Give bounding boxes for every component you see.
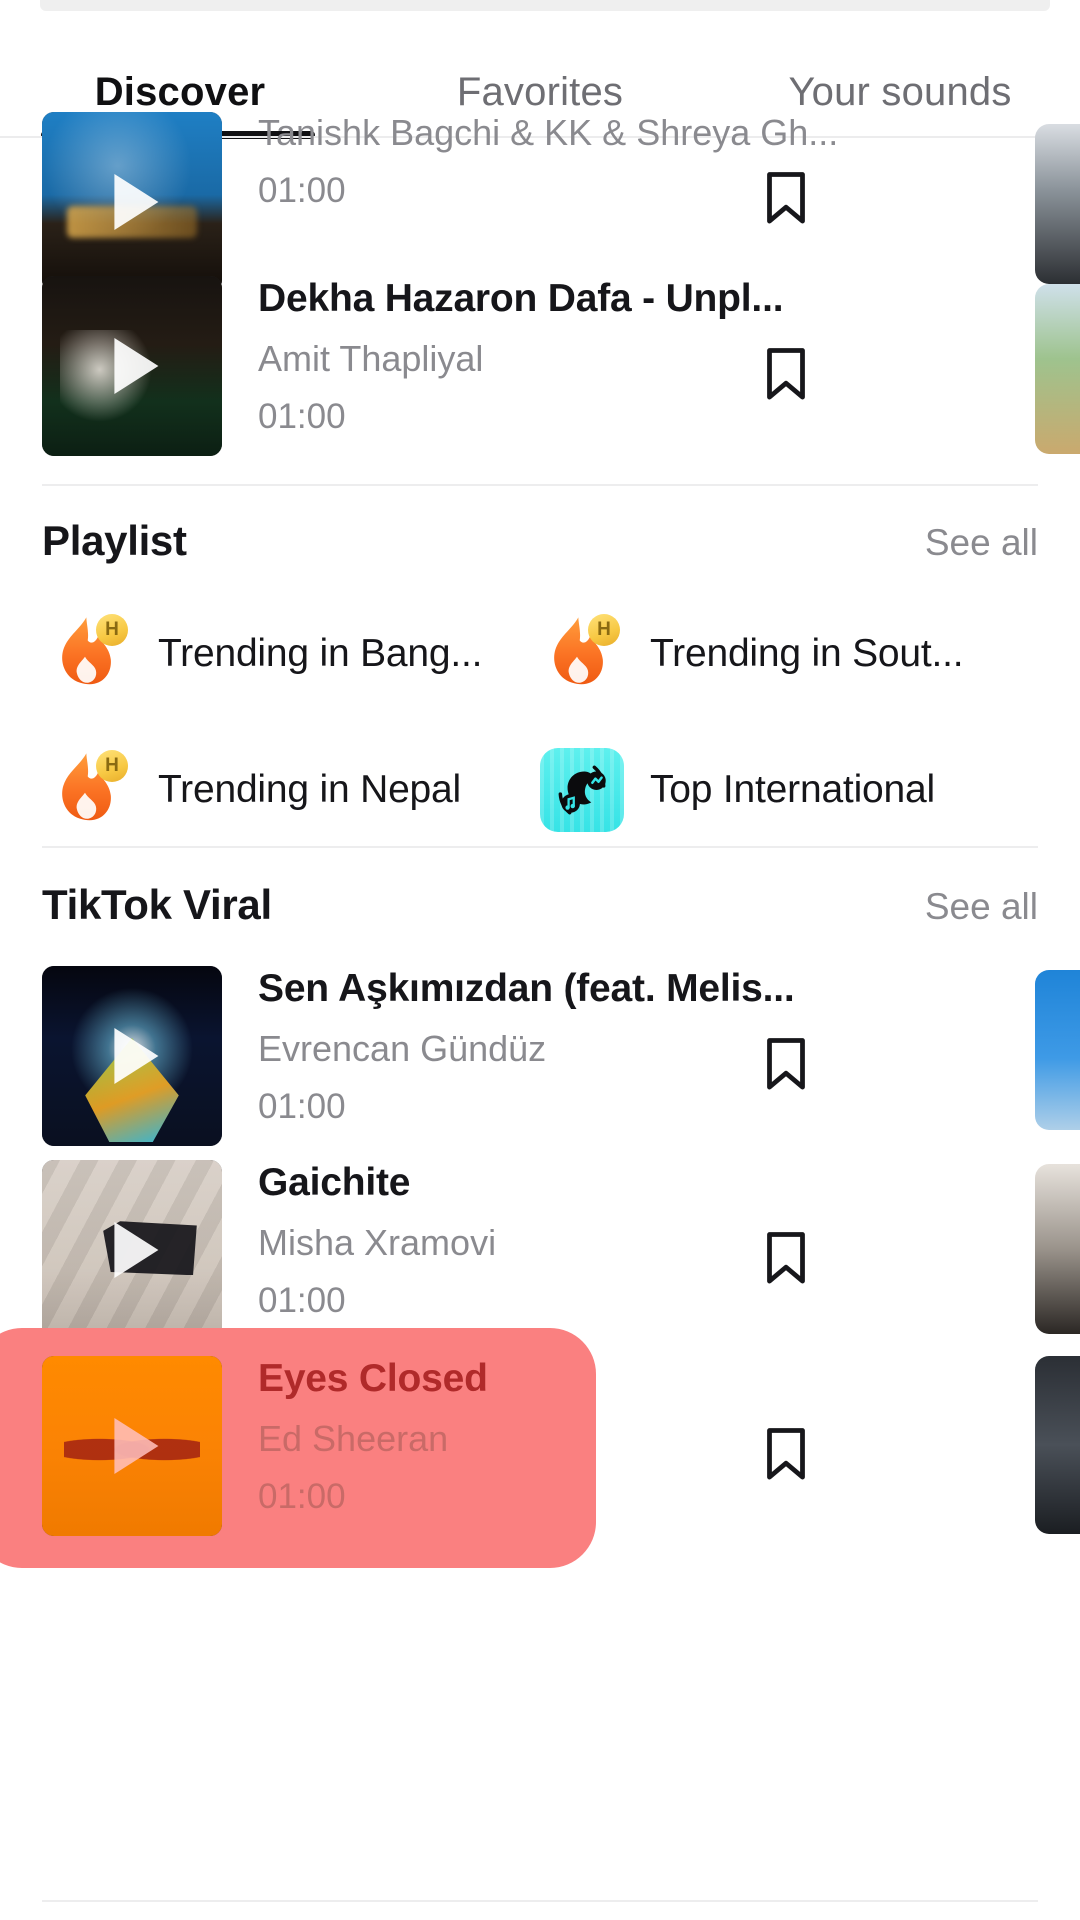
- sound-title: Dekha Hazaron Dafa - Unpl...: [258, 277, 784, 320]
- bookmark-icon[interactable]: [764, 1426, 808, 1482]
- playlist-item-trending-nepal[interactable]: H Trending in Nepal: [48, 744, 461, 836]
- adjacent-card-preview[interactable]: [1035, 124, 1080, 284]
- globe-music-icon: [540, 748, 624, 832]
- sound-row[interactable]: Sen Aşkımızdan (feat. Melis... Evrencan …: [0, 966, 1080, 1166]
- viral-section-header: TikTok Viral See all: [0, 884, 1080, 940]
- playlist-see-all-button[interactable]: See all: [925, 524, 1038, 561]
- bookmark-icon[interactable]: [764, 1036, 808, 1092]
- play-icon: [114, 1418, 159, 1474]
- adjacent-card-preview[interactable]: [1035, 284, 1080, 454]
- bookmark-icon[interactable]: [764, 1230, 808, 1286]
- section-divider: [42, 1900, 1038, 1902]
- flame-icon: H: [48, 748, 132, 832]
- sound-title: Gaichite: [258, 1161, 411, 1204]
- bottom-sheet-handle: [40, 0, 1050, 11]
- sound-thumbnail[interactable]: [42, 276, 222, 456]
- sound-title: Sen Aşkımızdan (feat. Melis...: [258, 967, 795, 1010]
- playlist-item-label: Trending in Sout...: [650, 632, 964, 675]
- playlist-item-trending-south[interactable]: H Trending in Sout...: [540, 608, 964, 700]
- sound-thumbnail[interactable]: [42, 1356, 222, 1536]
- play-icon: [114, 1028, 159, 1084]
- tab-discover-label: Discover: [94, 70, 266, 114]
- sound-thumbnail[interactable]: [42, 112, 222, 292]
- tab-discover[interactable]: Discover: [0, 72, 360, 112]
- sound-artist: Tanishk Bagchi & KK & Shreya Gh...: [258, 112, 839, 153]
- tab-favorites[interactable]: Favorites: [360, 72, 720, 112]
- sound-title: Eyes Closed: [258, 1357, 488, 1400]
- sound-thumbnail[interactable]: [42, 966, 222, 1146]
- sound-duration: 01:00: [258, 397, 346, 437]
- tab-your-sounds-label: Your sounds: [788, 70, 1012, 114]
- sound-row-selected[interactable]: Eyes Closed Ed Sheeran 01:00: [0, 1328, 1080, 1568]
- sound-thumbnail[interactable]: [42, 1160, 222, 1340]
- viral-section-title: TikTok Viral: [42, 881, 272, 928]
- adjacent-card-preview[interactable]: [1035, 970, 1080, 1130]
- playlist-section-title: Playlist: [42, 517, 187, 564]
- playlist-item-label: Trending in Bang...: [158, 632, 483, 675]
- bookmark-icon[interactable]: [764, 346, 808, 402]
- hot-badge: H: [588, 614, 620, 646]
- flame-icon: H: [48, 612, 132, 696]
- hot-badge: H: [96, 614, 128, 646]
- bookmark-icon[interactable]: [764, 170, 808, 226]
- sound-picker-screen: Discover Favorites Your sounds Tanishk B…: [0, 0, 1080, 1920]
- hot-badge: H: [96, 750, 128, 782]
- flame-icon: H: [540, 612, 624, 696]
- tab-your-sounds[interactable]: Your sounds: [720, 72, 1080, 112]
- playlist-item-label: Top International: [650, 768, 935, 811]
- play-icon: [114, 338, 159, 394]
- playlist-item-trending-bangladesh[interactable]: H Trending in Bang...: [48, 608, 482, 700]
- sound-list-scroll[interactable]: Tanishk Bagchi & KK & Shreya Gh... 01:00…: [0, 112, 1080, 1920]
- adjacent-card-preview[interactable]: [1035, 1164, 1080, 1334]
- tab-favorites-label: Favorites: [456, 70, 624, 114]
- adjacent-card-preview[interactable]: [1035, 1356, 1080, 1534]
- sound-row[interactable]: Dekha Hazaron Dafa - Unpl... Amit Thapli…: [0, 276, 1080, 476]
- play-icon: [114, 174, 159, 230]
- play-icon: [114, 1222, 159, 1278]
- section-divider: [42, 484, 1038, 486]
- section-divider: [42, 846, 1038, 848]
- playlist-item-top-international[interactable]: Top International: [540, 744, 935, 836]
- playlist-section-header: Playlist See all: [0, 520, 1080, 576]
- playlist-item-label: Trending in Nepal: [158, 768, 462, 811]
- viral-see-all-button[interactable]: See all: [925, 888, 1038, 925]
- sound-duration: 01:00: [258, 1281, 346, 1321]
- sound-duration: 01:00: [258, 1477, 346, 1517]
- sound-duration: 01:00: [258, 1087, 346, 1127]
